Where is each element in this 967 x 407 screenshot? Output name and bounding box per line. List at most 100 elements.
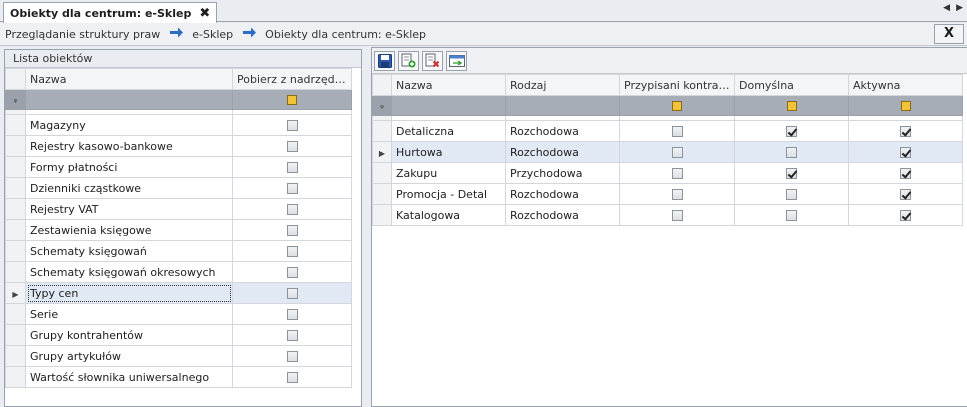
inherit-checkbox[interactable] [286, 120, 298, 131]
object-name-cell[interactable]: Rejestry kasowo-bankowe [25, 135, 233, 157]
inherit-checkbox[interactable] [286, 204, 298, 215]
table-row[interactable]: Promocja - Detal Rozchodowa [372, 183, 963, 205]
inherit-checkbox[interactable] [286, 288, 298, 299]
table-row[interactable]: Wartość słownika uniwersalnego [5, 366, 352, 388]
delete-row-button[interactable] [422, 50, 443, 71]
table-row[interactable]: Dzienniki cząstkowe [5, 177, 352, 199]
price-type-name-cell[interactable]: Promocja - Detal [391, 183, 506, 205]
object-name-cell[interactable]: Formy płatności [25, 156, 233, 178]
object-name-cell[interactable]: Dzienniki cząstkowe [25, 177, 233, 199]
column-header-name[interactable]: Nazwa [391, 74, 506, 96]
filter-cell-name[interactable] [391, 95, 506, 116]
assigned-checkbox[interactable] [671, 126, 683, 137]
default-checkbox[interactable] [786, 189, 797, 200]
tab-close-icon[interactable]: ✖ [199, 7, 210, 20]
price-type-kind-cell[interactable]: Rozchodowa [505, 204, 620, 226]
edit-row-button[interactable] [446, 50, 467, 71]
table-row[interactable]: Formy płatności [5, 156, 352, 178]
inherit-checkbox[interactable] [286, 309, 298, 320]
default-checkbox[interactable] [786, 126, 797, 137]
inherit-checkbox[interactable] [286, 267, 298, 278]
active-checkbox[interactable] [900, 147, 911, 158]
row-indicator[interactable] [5, 198, 26, 220]
inherit-checkbox[interactable] [286, 162, 298, 173]
breadcrumb-item-rights-structure[interactable]: Przeglądanie struktury praw [5, 28, 160, 41]
table-row[interactable]: ▶ Typy cen [5, 282, 352, 304]
row-indicator[interactable] [5, 135, 26, 157]
row-indicator[interactable] [5, 345, 26, 367]
row-indicator[interactable]: ▶ [372, 141, 392, 163]
inherit-checkbox[interactable] [286, 246, 298, 257]
active-checkbox[interactable] [900, 126, 911, 137]
inherit-checkbox[interactable] [286, 351, 298, 362]
table-row[interactable]: Magazyny [5, 114, 352, 136]
table-row[interactable]: Grupy kontrahentów [5, 324, 352, 346]
column-header-inherit[interactable]: Pobierz z nadrzędnego [232, 68, 352, 90]
row-indicator[interactable] [5, 303, 26, 325]
row-indicator[interactable] [5, 114, 26, 136]
filter-checkbox[interactable] [900, 101, 911, 111]
filter-cell-name[interactable] [25, 89, 233, 110]
row-indicator[interactable] [5, 324, 26, 346]
table-row[interactable]: Rejestry VAT [5, 198, 352, 220]
add-row-button[interactable] [398, 50, 419, 71]
row-indicator[interactable] [5, 156, 26, 178]
price-type-name-cell[interactable]: Detaliczna [391, 120, 506, 142]
default-checkbox[interactable] [786, 168, 797, 179]
table-row[interactable]: ▶ Hurtowa Rozchodowa [372, 141, 963, 163]
filter-checkbox[interactable] [672, 101, 682, 111]
table-row[interactable]: Serie [5, 303, 352, 325]
row-indicator[interactable] [372, 183, 392, 205]
column-header-assigned[interactable]: Przypisani kontrahenci [619, 74, 735, 96]
row-indicator[interactable] [5, 366, 26, 388]
assigned-checkbox[interactable] [671, 168, 683, 179]
object-name-cell[interactable]: Magazyny [25, 114, 233, 136]
breadcrumb-item-center[interactable]: e-Sklep [192, 28, 233, 41]
price-type-name-cell[interactable]: Katalogowa [391, 204, 506, 226]
filter-cell-active[interactable] [848, 95, 963, 116]
row-indicator[interactable] [5, 261, 26, 283]
active-checkbox[interactable] [900, 210, 911, 221]
table-row[interactable]: Zestawienia księgowe [5, 219, 352, 241]
inherit-checkbox[interactable] [286, 225, 298, 236]
object-name-cell[interactable]: Typy cen [25, 282, 233, 304]
object-name-cell[interactable]: Serie [25, 303, 233, 325]
column-header-type[interactable]: Rodzaj [505, 74, 620, 96]
filter-cell-default[interactable] [734, 95, 849, 116]
price-type-kind-cell[interactable]: Przychodowa [505, 162, 620, 184]
table-row[interactable]: Katalogowa Rozchodowa [372, 204, 963, 226]
object-name-cell[interactable]: Zestawienia księgowe [25, 219, 233, 241]
filter-cell-inherit[interactable] [232, 89, 352, 110]
save-button[interactable] [374, 50, 395, 71]
table-row[interactable]: Grupy artykułów [5, 345, 352, 367]
price-type-name-cell[interactable]: Hurtowa [391, 141, 506, 163]
inherit-checkbox[interactable] [286, 372, 298, 383]
column-header-active[interactable]: Aktywna [848, 74, 963, 96]
document-tab[interactable]: Obiekty dla centrum: e-Sklep ✖ [3, 2, 218, 23]
row-indicator[interactable] [372, 120, 392, 142]
price-type-kind-cell[interactable]: Rozchodowa [505, 120, 620, 142]
filter-cell-type[interactable] [505, 95, 620, 116]
assigned-checkbox[interactable] [671, 147, 683, 158]
filter-cell-assigned[interactable] [619, 95, 735, 116]
column-header-default[interactable]: Domyślna [734, 74, 849, 96]
inherit-checkbox[interactable] [286, 183, 298, 194]
inherit-checkbox[interactable] [286, 141, 298, 152]
assigned-checkbox[interactable] [671, 189, 683, 200]
table-row[interactable]: Rejestry kasowo-bankowe [5, 135, 352, 157]
tab-next-arrow-icon[interactable]: ▶ [956, 3, 963, 13]
inherit-checkbox[interactable] [286, 330, 298, 341]
table-row[interactable]: Detaliczna Rozchodowa [372, 120, 963, 142]
default-checkbox[interactable] [786, 210, 797, 221]
filter-checkbox[interactable] [786, 101, 797, 111]
object-name-cell[interactable]: Rejestry VAT [25, 198, 233, 220]
object-name-cell[interactable]: Schematy księgowań [25, 240, 233, 262]
active-checkbox[interactable] [900, 189, 911, 200]
object-name-cell[interactable]: Grupy artykułów [25, 345, 233, 367]
table-row[interactable]: Schematy księgowań okresowych [5, 261, 352, 283]
row-indicator[interactable] [372, 162, 392, 184]
active-checkbox[interactable] [900, 168, 911, 179]
row-indicator[interactable]: ▶ [5, 282, 26, 304]
column-header-name[interactable]: Nazwa [25, 68, 233, 90]
filter-checkbox[interactable] [287, 95, 297, 105]
